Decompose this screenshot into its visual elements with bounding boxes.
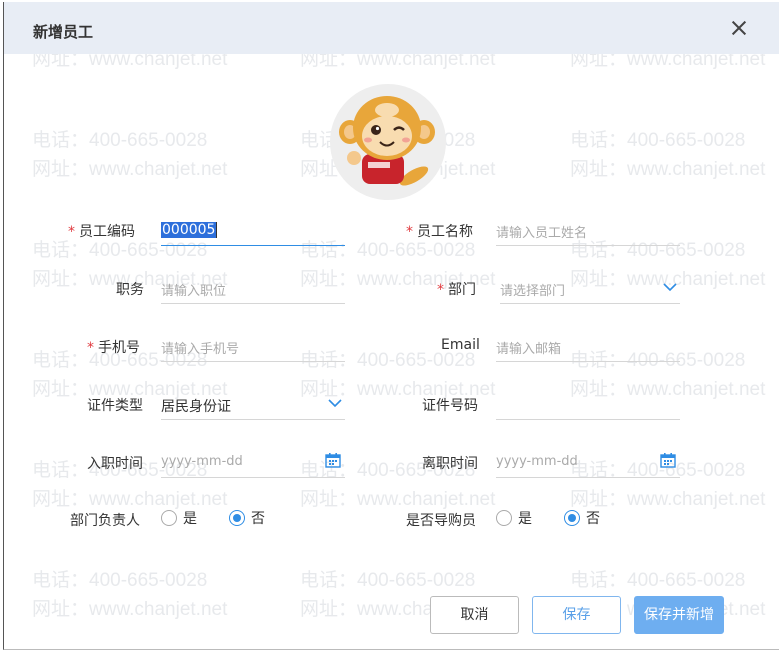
position-label: 职务 [116,282,144,298]
department-select[interactable]: 请选择部门 [500,274,680,304]
employee-avatar[interactable] [330,84,446,200]
dialog-title: 新增员工 [33,23,94,41]
dept-head-label: 部门负责人 [70,513,140,529]
shopping-guide-yes-radio[interactable] [496,510,512,526]
mobile-label: * 手机号 [87,340,140,356]
cancel-button[interactable]: 取消 [430,596,519,634]
calendar-icon[interactable] [325,452,341,468]
dialog-header [4,2,779,54]
email-input[interactable]: 请输入邮箱 [496,332,680,362]
id-number-input[interactable] [496,390,680,420]
radio-label-no: 否 [586,511,600,527]
dept-head-radio-group: 是 否 [161,508,291,528]
mobile-input[interactable]: 请输入手机号 [161,332,345,362]
position-input[interactable]: 请输入职位 [161,274,345,304]
email-label: Email [441,337,480,353]
radio-label-yes: 是 [518,511,532,527]
shopping-guide-no-radio[interactable] [564,510,580,526]
radio-label-yes: 是 [183,511,197,527]
watermark-site: 网址：www.chanjet.net [32,599,228,620]
watermark-phone: 电话：400-665-0028 [570,130,746,151]
close-icon[interactable] [729,18,749,38]
dept-head-no-radio[interactable] [229,510,245,526]
watermark-phone: 电话：400-665-0028 [570,570,746,591]
shopping-guide-label: 是否导购员 [406,513,476,529]
add-employee-dialog: 电话：400-665-0028 网址：www.chanjet.net 电话：40… [3,2,779,650]
leave-date-label: 离职时间 [422,456,478,472]
hire-date-label: 入职时间 [87,456,143,472]
watermark-phone: 电话：400-665-0028 [32,130,208,151]
watermark-site: 网址：www.chanjet.net [570,159,766,180]
id-type-label: 证件类型 [87,398,143,414]
watermark-site: 网址：www.chanjet.net [32,159,228,180]
hire-date-input[interactable]: yyyy-mm-dd [161,448,345,478]
radio-label-no: 否 [251,511,265,527]
calendar-icon[interactable] [660,452,676,468]
shopping-guide-radio-group: 是 否 [496,508,626,528]
watermark-phone: 电话：400-665-0028 [300,570,476,591]
dept-head-yes-radio[interactable] [161,510,177,526]
save-and-new-button[interactable]: 保存并新增 [634,596,724,634]
employee-code-value: 000005 [161,222,217,238]
chevron-down-icon [663,283,677,292]
leave-date-input[interactable]: yyyy-mm-dd [496,448,680,478]
id-number-label: 证件号码 [422,398,478,414]
employee-name-label: * 员工名称 [406,224,473,240]
employee-name-input[interactable]: 请输入员工姓名 [496,216,680,246]
watermark-phone: 电话：400-665-0028 [32,570,208,591]
employee-code-input[interactable]: 000005 [161,216,345,246]
monkey-mascot-icon [339,96,435,186]
id-type-select[interactable]: 居民身份证 [161,390,345,420]
save-button[interactable]: 保存 [532,596,621,634]
chevron-down-icon [328,399,342,408]
employee-code-label: * 员工编码 [68,224,135,240]
department-label: * 部门 [437,282,476,298]
